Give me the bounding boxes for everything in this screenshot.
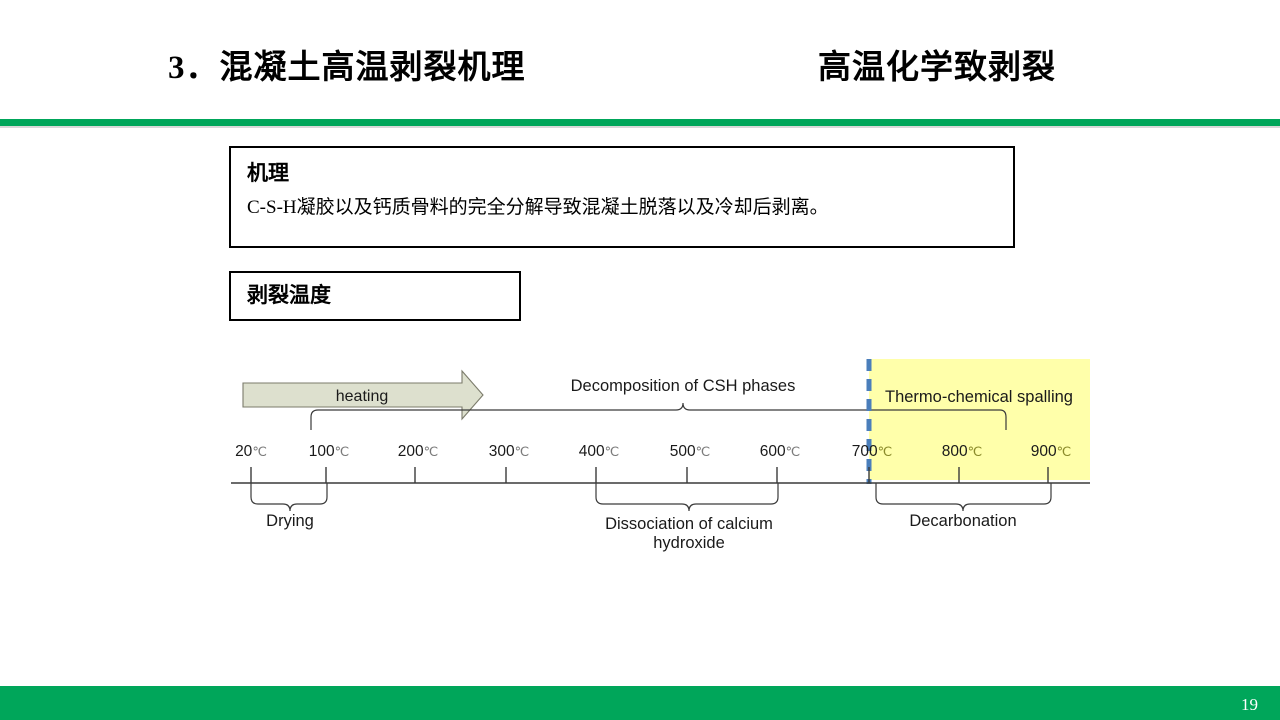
- header-divider-shadow: [0, 126, 1280, 128]
- tick-label-200: 200℃: [398, 443, 438, 460]
- temperature-timeline-diagram: heating Decomposition of CSH phases Ther…: [0, 340, 1280, 570]
- tick-label-300: 300℃: [489, 443, 529, 460]
- tick-label-400: 400℃: [579, 443, 619, 460]
- csh-decomposition-label: Decomposition of CSH phases: [571, 377, 796, 395]
- thermo-chemical-spalling-label: Thermo-chemical spalling: [885, 388, 1073, 406]
- mechanism-box-body: C-S-H凝胶以及钙质骨料的完全分解导致混凝土脱落以及冷却后剥离。: [247, 197, 829, 219]
- spalling-temperature-box: 剥裂温度: [229, 271, 521, 321]
- tick-label-600: 600℃: [760, 443, 800, 460]
- page-subtitle: 高温化学致剥裂: [818, 50, 1056, 86]
- mechanism-box: 机理 C-S-H凝胶以及钙质骨料的完全分解导致混凝土脱落以及冷却后剥离。: [229, 146, 1015, 248]
- slide-header: 3．混凝土高温剥裂机理 高温化学致剥裂: [0, 0, 1280, 128]
- page-title: 3．混凝土高温剥裂机理: [168, 50, 526, 86]
- drying-label: Drying: [266, 512, 314, 530]
- calcium-hydroxide-label: Dissociation of calcium: [605, 515, 773, 533]
- tick-label-700: 700℃: [852, 443, 892, 460]
- tick-label-100: 100℃: [309, 443, 349, 460]
- tick-label-900: 900℃: [1031, 443, 1071, 460]
- footer-bar: [0, 686, 1280, 720]
- page-number: 19: [1241, 695, 1258, 714]
- decarbonation-label: Decarbonation: [909, 512, 1016, 530]
- heating-arrow-label: heating: [336, 388, 389, 405]
- calcium-hydroxide-label-line2: hydroxide: [653, 534, 725, 552]
- drying-bracket: [250, 483, 328, 512]
- spalling-temperature-box-title: 剥裂温度: [247, 283, 331, 307]
- tick-label-800: 800℃: [942, 443, 982, 460]
- decarbonation-bracket: [875, 483, 1052, 512]
- axis-tick-labels: 20℃ 100℃ 200℃ 300℃ 400℃ 500℃ 600℃ 700℃ 8…: [235, 443, 1071, 460]
- tick-label-20: 20℃: [235, 443, 267, 460]
- header-divider: [0, 119, 1280, 126]
- thermo-chemical-spalling-region: [869, 359, 1090, 480]
- calcium-hydroxide-bracket: [595, 483, 779, 512]
- tick-label-500: 500℃: [670, 443, 710, 460]
- mechanism-box-title: 机理: [247, 161, 289, 185]
